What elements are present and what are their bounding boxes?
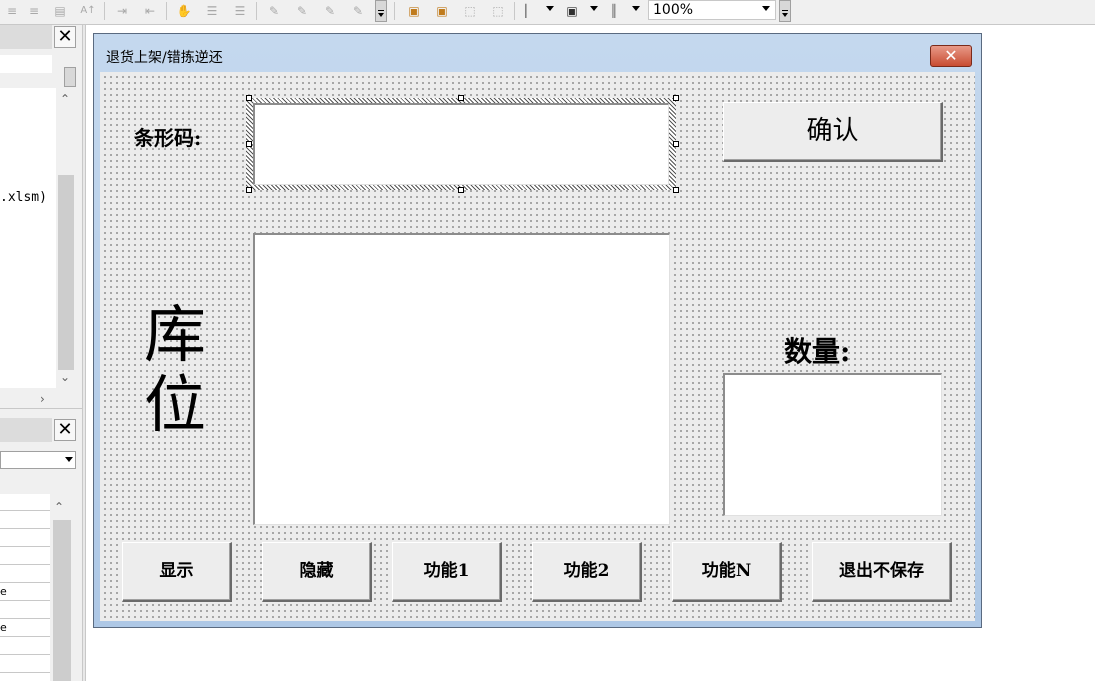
property-row[interactable] xyxy=(0,656,50,673)
property-row[interactable] xyxy=(0,512,50,529)
function2-button[interactable]: 功能2 xyxy=(532,542,642,602)
resize-handle[interactable] xyxy=(246,187,252,193)
chevron-up-icon[interactable]: ⌃ xyxy=(60,92,70,106)
dialog-title: 退货上架/错拣逆还 xyxy=(106,50,223,66)
close-icon[interactable]: ✕ xyxy=(54,419,76,441)
location-label-char2: 位 xyxy=(144,368,207,441)
chevron-down-icon[interactable]: ⌄ xyxy=(60,370,70,384)
indent-icon[interactable]: ⇥ xyxy=(114,3,130,19)
confirm-button[interactable]: 确认 xyxy=(723,102,943,162)
quantity-input[interactable] xyxy=(723,373,942,516)
chevron-right-icon[interactable]: › xyxy=(40,392,45,406)
zoom-value: 100% xyxy=(653,2,694,18)
property-row[interactable] xyxy=(0,566,50,583)
send-back-icon[interactable]: ▣ xyxy=(434,3,450,19)
resize-handle[interactable] xyxy=(673,187,679,193)
hide-button[interactable]: 隐藏 xyxy=(262,542,372,602)
chevron-down-icon[interactable] xyxy=(632,6,640,11)
zoom-select[interactable]: 100% xyxy=(648,0,776,20)
draw-icon[interactable]: ✎ xyxy=(266,3,282,19)
toolbar-separator xyxy=(104,2,105,20)
property-row[interactable] xyxy=(0,638,50,655)
hand-icon[interactable]: ✋ xyxy=(176,3,192,19)
barcode-input[interactable] xyxy=(253,103,669,185)
chevron-up-icon[interactable]: ⌃ xyxy=(54,500,64,514)
align-left-icon[interactable]: ▏ xyxy=(522,3,538,19)
properties-list: e e xyxy=(0,494,50,681)
property-row[interactable] xyxy=(0,494,50,511)
function1-button[interactable]: 功能1 xyxy=(392,542,502,602)
close-icon[interactable]: ✕ xyxy=(54,26,76,48)
property-row[interactable] xyxy=(0,548,50,565)
chevron-down-icon[interactable] xyxy=(590,6,598,11)
resize-handle[interactable] xyxy=(673,95,679,101)
toolbar-separator xyxy=(256,2,257,20)
draw-icon[interactable]: ✎ xyxy=(322,3,338,19)
location-label-char1: 库 xyxy=(144,298,207,371)
quantity-label: 数量: xyxy=(784,335,851,368)
align-icon[interactable]: ≡ xyxy=(4,3,20,19)
project-pane-header xyxy=(0,55,52,73)
project-pane-titlebar xyxy=(0,25,52,49)
form-canvas[interactable]: 条形码: 确认 库 位 数量: 显示 隐藏 功能1 功能2 功能N 退出不保存 xyxy=(100,72,975,621)
object-selector-dropdown[interactable] xyxy=(0,451,76,469)
outdent-icon[interactable]: ⇤ xyxy=(142,3,158,19)
bring-front-icon[interactable]: ▣ xyxy=(406,3,422,19)
font-size-icon[interactable]: A↑ xyxy=(80,3,96,19)
size-icon[interactable]: ║ xyxy=(606,3,622,19)
zoom-dropdown-icon[interactable] xyxy=(762,6,770,11)
toolbar-separator xyxy=(166,2,167,20)
chevron-down-icon[interactable] xyxy=(546,6,554,11)
toolbar-separator xyxy=(514,2,515,20)
properties-pane-titlebar xyxy=(0,418,52,442)
group-icon[interactable]: ⬚ xyxy=(462,3,478,19)
project-file-label[interactable]: .xlsm) xyxy=(0,190,47,205)
show-button[interactable]: 显示 xyxy=(122,542,232,602)
pane-divider xyxy=(0,408,82,409)
draw-icon[interactable]: ✎ xyxy=(294,3,310,19)
toolbar-separator xyxy=(394,2,395,20)
resize-handle[interactable] xyxy=(246,95,252,101)
resize-handle[interactable] xyxy=(458,95,464,101)
toolbar-options-grip[interactable] xyxy=(375,0,387,22)
property-row[interactable]: e xyxy=(0,584,50,601)
barcode-label: 条形码: xyxy=(134,126,202,150)
resize-handle[interactable] xyxy=(673,141,679,147)
list-icon[interactable]: ☰ xyxy=(232,3,248,19)
properties-scrollbar-thumb[interactable] xyxy=(53,520,71,681)
functionN-button[interactable]: 功能N xyxy=(672,542,782,602)
list-icon[interactable]: ☰ xyxy=(204,3,220,19)
project-tree-scrollbar-thumb[interactable] xyxy=(58,175,74,370)
toolbar-options-grip[interactable] xyxy=(779,0,791,22)
property-row[interactable] xyxy=(0,602,50,619)
close-icon[interactable]: ✕ xyxy=(930,45,972,67)
draw-icon[interactable]: ✎ xyxy=(350,3,366,19)
location-listbox[interactable] xyxy=(253,233,670,525)
pane-splitter[interactable] xyxy=(82,25,86,681)
center-icon[interactable]: ▣ xyxy=(564,3,580,19)
ungroup-icon[interactable]: ⬚ xyxy=(490,3,506,19)
resize-handle[interactable] xyxy=(458,187,464,193)
project-tree: .xlsm) xyxy=(0,88,56,388)
property-row[interactable]: e xyxy=(0,620,50,637)
chevron-down-icon xyxy=(65,457,73,462)
align-icon[interactable]: ▤ xyxy=(52,3,68,19)
userform-window: 退货上架/错拣逆还 ✕ 条形码: 确认 库 位 数量: 显示 隐藏 功能1 功能… xyxy=(93,33,982,628)
align-icon[interactable]: ≡ xyxy=(26,3,42,19)
resize-handle[interactable] xyxy=(246,141,252,147)
form-design-toolbar: ≡ ≡ ▤ A↑ ⇥ ⇤ ✋ ☰ ☰ ✎ ✎ ✎ ✎ ▣ ▣ ⬚ ⬚ ▏ ▣ ║… xyxy=(0,0,1095,25)
project-pane-menu-button[interactable] xyxy=(64,67,76,87)
property-row[interactable] xyxy=(0,530,50,547)
exit-without-save-button[interactable]: 退出不保存 xyxy=(812,542,952,602)
